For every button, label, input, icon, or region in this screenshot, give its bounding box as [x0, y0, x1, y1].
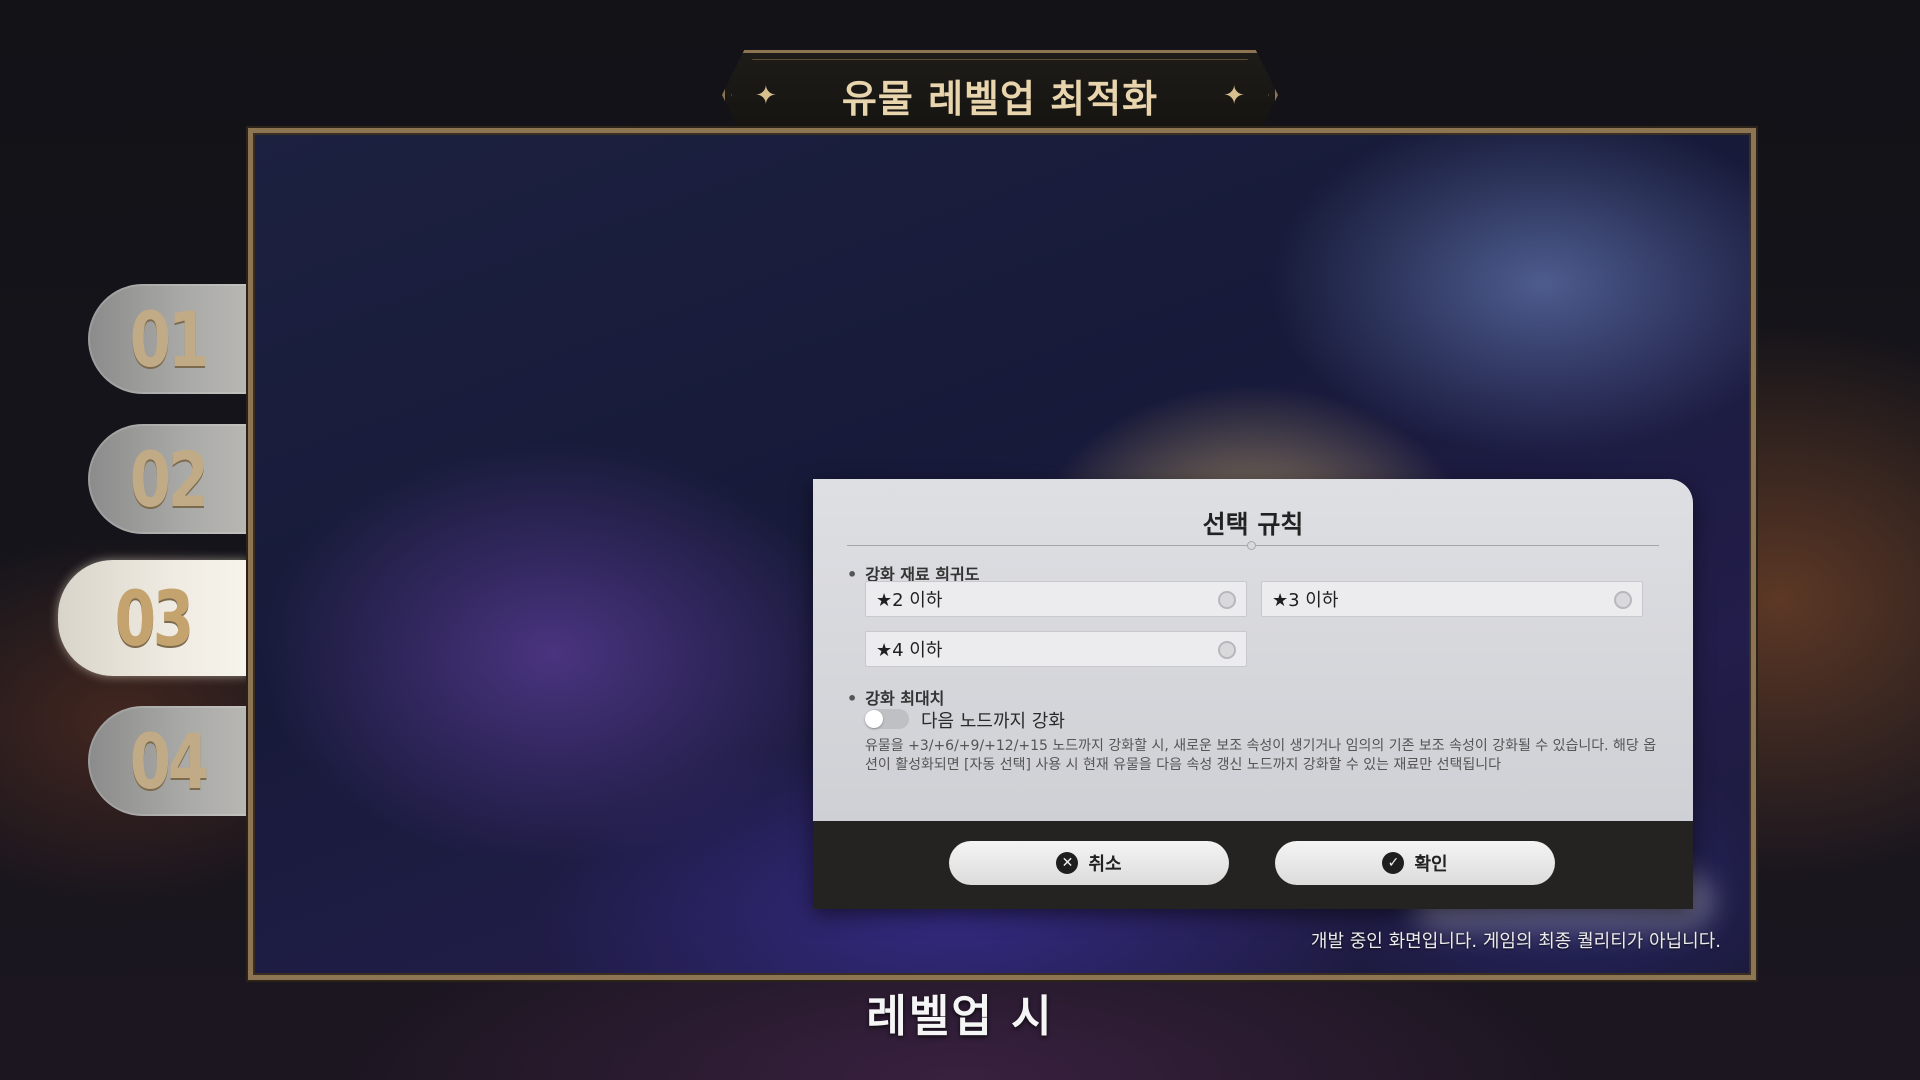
dev-notice: 개발 중인 화면입니다. 게임의 최종 퀄리티가 아닙니다. — [1310, 931, 1721, 952]
rarity-option-3[interactable]: ★3 이하 — [1261, 581, 1643, 617]
star-left-icon: ✦ — [755, 81, 777, 111]
radio-icon[interactable] — [1218, 591, 1236, 609]
confirm-button-label: 확인 — [1414, 854, 1448, 875]
step-tab-label: 04 — [129, 716, 209, 806]
selection-rules-dialog: 선택 규칙 강화 재료 희귀도 ★2 이하 ★3 이하 ★4 이하 강화 최대치… — [813, 479, 1693, 909]
radio-icon[interactable] — [1218, 641, 1236, 659]
rarity-option-label: ★2 이하 — [876, 590, 943, 611]
toggle-knob — [865, 710, 883, 728]
rarity-option-4[interactable]: ★4 이하 — [865, 631, 1247, 667]
dialog-title: 선택 규칙 — [1202, 510, 1304, 539]
option-description: 유물을 +3/+6/+9/+12/+15 노드까지 강화할 시, 새로운 보조 … — [865, 738, 1657, 773]
step-tab-02[interactable]: 02 — [88, 424, 248, 534]
next-node-toggle[interactable] — [865, 709, 909, 729]
rarity-option-2[interactable]: ★2 이하 — [865, 581, 1247, 617]
step-tab-04[interactable]: 04 — [88, 706, 248, 816]
game-scene: 선택 규칙 강화 재료 희귀도 ★2 이하 ★3 이하 ★4 이하 강화 최대치… — [248, 128, 1756, 980]
close-icon: ✕ — [1056, 852, 1079, 874]
max-section-label: 강화 최대치 — [847, 685, 944, 709]
page-title: 유물 레벨업 최적화 — [841, 76, 1159, 121]
radio-icon[interactable] — [1614, 591, 1632, 609]
step-tab-label: 02 — [129, 434, 209, 524]
step-tab-03[interactable]: 03 — [58, 560, 248, 676]
video-subtitle: 레벨업 시 — [866, 991, 1054, 1042]
dialog-footer — [813, 821, 1693, 909]
check-icon: ✓ — [1382, 852, 1405, 874]
toggle-label: 다음 노드까지 강화 — [921, 711, 1065, 732]
rarity-option-label: ★4 이하 — [876, 640, 943, 661]
dialog-body: 선택 규칙 강화 재료 희귀도 ★2 이하 ★3 이하 ★4 이하 강화 최대치… — [813, 479, 1693, 821]
title-plate: ✦ 유물 레벨업 최적화 ✦ — [722, 50, 1278, 140]
confirm-button[interactable]: ✓ 확인 — [1275, 841, 1555, 885]
cancel-button[interactable]: ✕ 취소 — [949, 841, 1229, 885]
cancel-button-label: 취소 — [1088, 854, 1122, 875]
star-right-icon: ✦ — [1223, 81, 1245, 111]
step-tab-01[interactable]: 01 — [88, 284, 248, 394]
step-tab-label: 03 — [114, 573, 194, 663]
title-divider-ornament — [1247, 541, 1256, 550]
step-tab-label: 01 — [129, 294, 209, 384]
rarity-option-label: ★3 이하 — [1272, 590, 1339, 611]
